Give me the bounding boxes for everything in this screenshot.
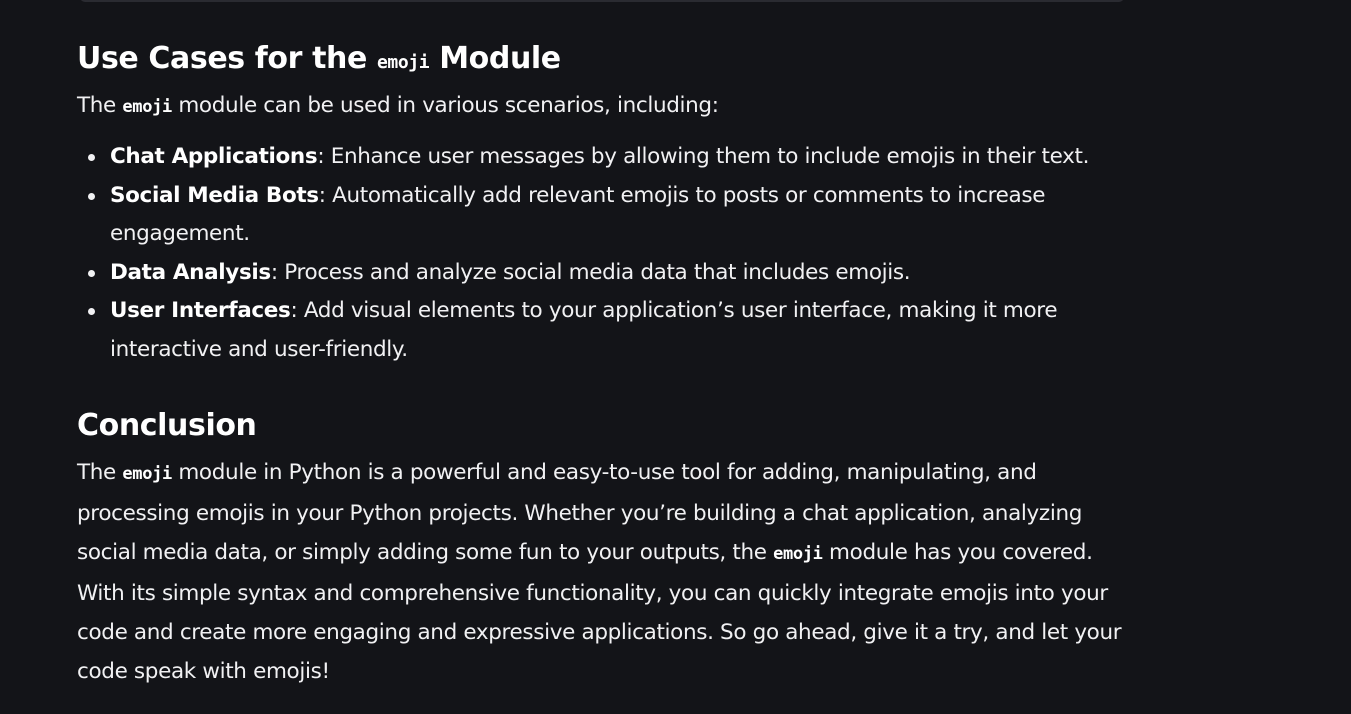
list-item-term: User Interfaces (110, 298, 291, 323)
list-item: Chat Applications: Enhance user messages… (77, 138, 1137, 177)
use-cases-list: Chat Applications: Enhance user messages… (77, 138, 1137, 369)
use-cases-heading-code: emoji (376, 52, 430, 73)
list-item-term: Data Analysis (110, 259, 271, 285)
list-item: Social Media Bots: Automatically add rel… (77, 177, 1137, 254)
list-item: Data Analysis: Process and analyze socia… (77, 254, 1137, 293)
conclusion-code-1: emoji (122, 464, 172, 484)
conclusion-paragraph: The emoji module in Python is a powerful… (77, 453, 1137, 691)
intro-text-2: module can be used in various scenarios,… (171, 93, 719, 118)
intro-code: emoji (122, 97, 172, 117)
list-item-term: Chat Applications (110, 144, 318, 169)
code-block-bottom-edge (80, 0, 1124, 2)
conclusion-code-2: emoji (773, 544, 823, 564)
list-item-term: Social Media Bots (110, 182, 319, 208)
use-cases-intro: The emoji module can be used in various … (77, 86, 719, 127)
use-cases-heading: Use Cases for the emoji Module (77, 40, 561, 82)
bullet-icon (88, 154, 95, 161)
list-item-desc: : Enhance user messages by allowing them… (317, 144, 1090, 169)
bullet-icon (88, 269, 95, 277)
intro-text-1: The (77, 93, 123, 118)
use-cases-heading-text-2: Module (429, 41, 561, 76)
use-cases-heading-text-1: Use Cases for the (77, 41, 377, 76)
conclusion-heading: Conclusion (77, 408, 257, 443)
bullet-icon (88, 192, 95, 200)
list-item-desc: : Process and analyze social media data … (270, 259, 911, 285)
list-item: User Interfaces: Add visual elements to … (77, 292, 1137, 369)
conclusion-text-1: The (77, 460, 123, 485)
bullet-icon (88, 308, 95, 315)
